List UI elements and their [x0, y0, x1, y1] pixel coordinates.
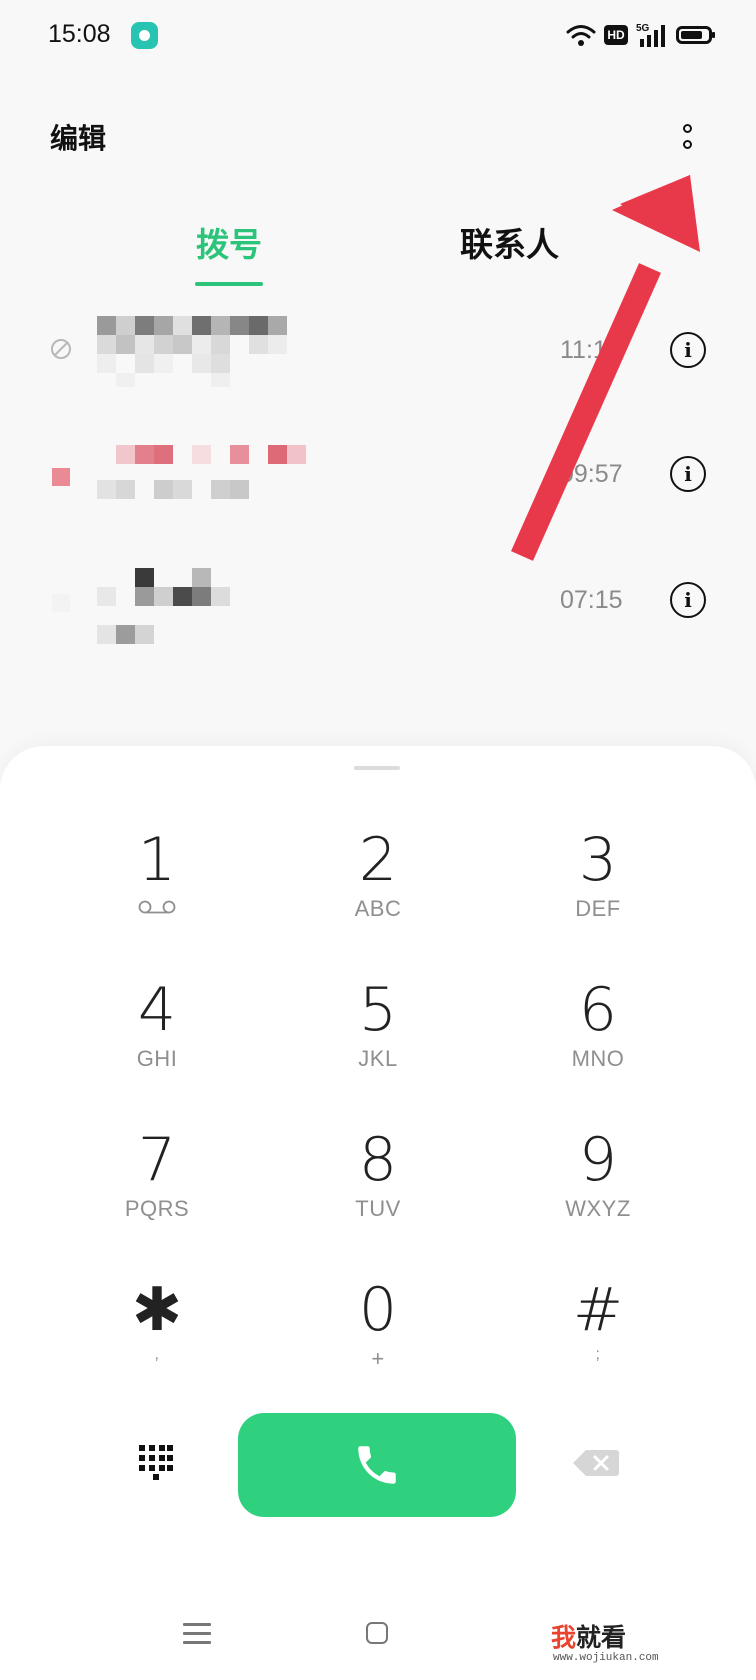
watermark-red-char: 我	[551, 1623, 577, 1652]
key-digit: 1	[137, 825, 177, 895]
dial-key-2[interactable]: 2 ABC	[288, 826, 468, 956]
key-letters: TUV	[355, 1196, 401, 1221]
call-log-row[interactable]: 07:15 i	[0, 562, 756, 682]
tab-bar: 拨号 联系人	[0, 200, 756, 290]
key-letters: GHI	[136, 1046, 178, 1071]
voicemail-icon	[138, 900, 176, 914]
key-digit: 3	[578, 825, 618, 895]
redacted-contact	[97, 316, 287, 387]
key-letters: DEF	[575, 896, 621, 921]
drag-handle[interactable]	[354, 766, 400, 770]
key-letters: ,	[154, 1346, 160, 1363]
key-letters: +	[371, 1346, 385, 1371]
status-time: 15:08	[48, 20, 111, 48]
key-digit: 5	[358, 975, 398, 1045]
tab-dial[interactable]: 拨号	[196, 218, 262, 266]
call-time: 09:57	[560, 460, 623, 488]
tab-contacts[interactable]: 联系人	[460, 218, 559, 266]
key-digit: 8	[358, 1125, 398, 1195]
redacted-contact	[97, 445, 306, 499]
call-type-icon	[52, 594, 70, 612]
key-digit: 7	[137, 1125, 177, 1195]
watermark-url: www.wojiukan.com	[553, 1652, 659, 1664]
battery-icon	[676, 26, 715, 44]
dial-key-6[interactable]: 6 MNO	[508, 976, 688, 1106]
key-digit: #	[572, 1275, 624, 1345]
system-nav-bar: 我就看 www.wojiukan.com	[0, 1600, 756, 1680]
app-notification-icon	[131, 22, 158, 49]
dial-key-8[interactable]: 8 TUV	[288, 1126, 468, 1256]
battery-level	[681, 31, 702, 39]
nav-menu-button[interactable]	[183, 1623, 211, 1645]
blocked-call-icon	[51, 339, 71, 359]
call-time: 11:11	[560, 336, 619, 364]
key-digit: 6	[578, 975, 618, 1045]
dial-key-star[interactable]: ✱ ,	[67, 1276, 247, 1406]
key-letters: ABC	[354, 896, 402, 921]
nav-home-button[interactable]	[366, 1622, 388, 1644]
dialpad-panel: 1 2 ABC 3 DEF 4 GHI 5 JKL 6 MNO 7 PQRS 8…	[0, 746, 756, 1680]
more-options-button[interactable]	[675, 124, 701, 158]
dial-key-7[interactable]: 7 PQRS	[67, 1126, 247, 1256]
backspace-icon[interactable]	[572, 1448, 620, 1478]
dial-key-3[interactable]: 3 DEF	[508, 826, 688, 956]
key-letters: ;	[595, 1346, 601, 1363]
status-icons: HD 5G	[566, 18, 715, 52]
redacted-contact	[97, 568, 230, 644]
key-digit: 9	[578, 1125, 618, 1195]
call-log-row[interactable]: 09:57 i	[0, 436, 756, 556]
key-digit: ✱	[131, 1275, 183, 1345]
wifi-icon	[566, 25, 596, 46]
key-digit: 2	[358, 825, 398, 895]
dial-key-9[interactable]: 9 WXYZ	[508, 1126, 688, 1256]
key-letters: WXYZ	[565, 1196, 631, 1221]
key-digit: 0	[358, 1275, 398, 1345]
edit-button[interactable]: 编辑	[50, 117, 106, 157]
dial-key-hash[interactable]: # ;	[508, 1276, 688, 1406]
key-digit: 4	[137, 975, 177, 1045]
network-label: 5G	[636, 23, 650, 34]
info-icon[interactable]: i	[670, 582, 706, 618]
info-icon[interactable]: i	[670, 456, 706, 492]
dial-key-0[interactable]: 0 +	[288, 1276, 468, 1406]
key-letters: PQRS	[124, 1196, 190, 1221]
hd-badge: HD	[604, 25, 628, 45]
more-icon-dot-top	[683, 124, 692, 133]
missed-call-icon	[52, 468, 70, 486]
signal-5g-icon: 5G	[636, 23, 665, 47]
dial-key-4[interactable]: 4 GHI	[67, 976, 247, 1106]
watermark: 我就看 www.wojiukan.com	[551, 1618, 659, 1664]
dial-key-1[interactable]: 1	[67, 826, 247, 956]
call-button[interactable]	[238, 1413, 516, 1517]
info-icon[interactable]: i	[670, 332, 706, 368]
keypad-icon[interactable]	[137, 1443, 175, 1481]
call-time: 07:15	[560, 586, 623, 614]
dial-key-5[interactable]: 5 JKL	[288, 976, 468, 1106]
active-tab-indicator	[195, 282, 263, 286]
key-letters: JKL	[358, 1046, 398, 1071]
phone-icon	[358, 1446, 396, 1484]
key-letters: MNO	[571, 1046, 625, 1071]
more-icon-dot-bottom	[683, 140, 692, 149]
call-log-row[interactable]: 11:11 i	[0, 310, 756, 430]
watermark-text: 就看	[576, 1623, 627, 1652]
status-bar: 15:08 HD 5G	[0, 0, 756, 70]
